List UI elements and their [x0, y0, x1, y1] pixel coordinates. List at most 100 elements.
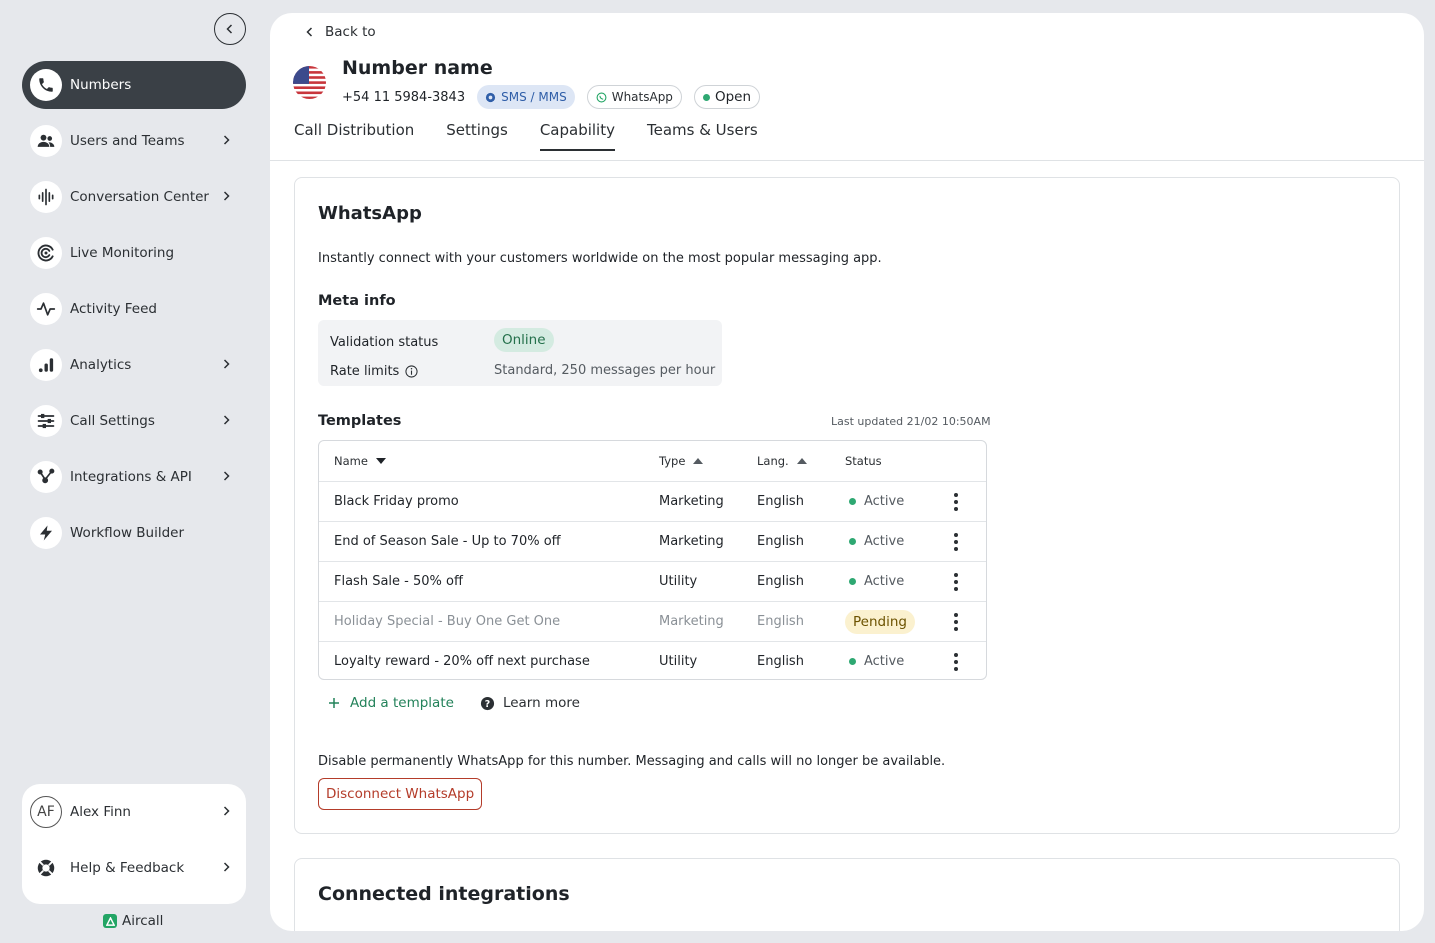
- column-header-name[interactable]: Name: [334, 454, 386, 468]
- table-row[interactable]: Loyalty reward - 20% off next purchase U…: [319, 641, 986, 679]
- live-monitoring-icon: [30, 237, 62, 269]
- sidebar-item-label: Call Settings: [70, 413, 155, 429]
- more-vertical-icon[interactable]: [953, 652, 959, 672]
- status-dot: [849, 658, 856, 665]
- integrations-icon: [30, 461, 62, 493]
- chevron-right-icon: [223, 191, 230, 201]
- disable-warning-text: Disable permanently WhatsApp for this nu…: [318, 754, 946, 769]
- template-lang: English: [757, 534, 804, 549]
- template-lang: English: [757, 574, 804, 589]
- template-lang: English: [757, 654, 804, 669]
- back-link[interactable]: Back to: [304, 24, 376, 40]
- svg-text:?: ?: [485, 698, 490, 709]
- chat-bubble-icon: [486, 92, 496, 102]
- phone-icon: [30, 69, 62, 101]
- table-row[interactable]: Flash Sale - 50% off Utility English Act…: [319, 561, 986, 601]
- meta-info-title: Meta info: [318, 293, 396, 309]
- tab-call-distribution[interactable]: Call Distribution: [294, 121, 414, 151]
- sidebar-item-label: Users and Teams: [70, 133, 185, 149]
- last-updated: Last updated 21/02 10:50AM: [831, 415, 991, 428]
- add-template-button[interactable]: Add a template: [328, 695, 454, 711]
- more-vertical-icon[interactable]: [953, 492, 959, 512]
- rate-limits-label: Rate limits: [330, 363, 400, 379]
- sort-asc-icon: [796, 458, 807, 464]
- template-type: Marketing: [659, 534, 724, 549]
- sidebar-item-label: Conversation Center: [70, 189, 209, 205]
- sidebar-item-label: Live Monitoring: [70, 245, 175, 261]
- avatar: AF: [30, 796, 62, 828]
- disconnect-whatsapp-button[interactable]: Disconnect WhatsApp: [318, 778, 483, 810]
- table-row[interactable]: Black Friday promo Marketing English Act…: [319, 481, 986, 521]
- table-row[interactable]: End of Season Sale - Up to 70% off Marke…: [319, 521, 986, 561]
- tab-capability[interactable]: Capability: [539, 121, 616, 151]
- template-name: End of Season Sale - Up to 70% off: [334, 534, 561, 549]
- sidebar-item-conversation-center[interactable]: Conversation Center: [22, 173, 246, 221]
- sidebar-item-label: Numbers: [70, 77, 132, 93]
- whatsapp-card: WhatsApp Instantly connect with your cus…: [294, 177, 1400, 834]
- sidebar-item-integrations-api[interactable]: Integrations & API: [22, 453, 246, 501]
- table-row[interactable]: Holiday Special - Buy One Get One Market…: [319, 601, 986, 641]
- chevron-right-icon: [223, 359, 230, 369]
- more-vertical-icon[interactable]: [953, 612, 959, 632]
- template-status: Pending: [845, 609, 915, 634]
- template-type: Marketing: [659, 494, 724, 509]
- aircall-logo-icon: [103, 914, 117, 928]
- rate-limits-row: Rate limits: [330, 362, 418, 380]
- template-actions: Add a template ? Learn more: [328, 695, 580, 711]
- template-name: Black Friday promo: [334, 494, 459, 509]
- info-icon[interactable]: [405, 364, 418, 378]
- status-badge: Open: [693, 85, 760, 109]
- brand-logo: Aircall: [103, 913, 163, 929]
- help-feedback-label: Help & Feedback: [70, 860, 185, 876]
- lightning-icon: [30, 517, 62, 549]
- chevron-left-icon: [306, 27, 313, 37]
- sidebar-item-call-settings[interactable]: Call Settings: [22, 397, 246, 445]
- pending-badge: Pending: [845, 609, 915, 634]
- sidebar-item-label: Activity Feed: [70, 301, 157, 317]
- sidebar-item-live-monitoring[interactable]: Live Monitoring: [22, 229, 246, 277]
- sidebar-item-workflow-builder[interactable]: Workflow Builder: [22, 509, 246, 557]
- sort-asc-icon: [693, 458, 704, 464]
- column-header-type[interactable]: Type: [659, 454, 704, 468]
- sidebar-item-activity-feed[interactable]: Activity Feed: [22, 285, 246, 333]
- tab-teams-users[interactable]: Teams & Users: [647, 121, 758, 151]
- meta-info-box: Validation status Online Rate limits Sta…: [318, 320, 722, 386]
- more-vertical-icon[interactable]: [953, 532, 959, 552]
- analytics-icon: [30, 349, 62, 381]
- more-vertical-icon[interactable]: [953, 572, 959, 592]
- user-card: AF Alex Finn Help & Feedback: [22, 784, 246, 904]
- chevron-right-icon: [223, 415, 230, 425]
- sidebar-nav: Numbers Users and Teams Conversation Cen…: [22, 61, 246, 565]
- chevron-right-icon: [223, 806, 230, 816]
- template-status: Active: [845, 654, 904, 669]
- chevron-right-icon: [223, 135, 230, 145]
- help-feedback-item[interactable]: Help & Feedback: [22, 840, 246, 896]
- whatsapp-icon: [596, 92, 607, 102]
- main-panel: Back to Number name +54 11 5984-3843 SMS…: [270, 13, 1424, 931]
- whatsapp-description: Instantly connect with your customers wo…: [318, 251, 882, 266]
- collapse-sidebar-button[interactable]: [214, 13, 246, 45]
- validation-label: Validation status: [330, 334, 439, 350]
- us-flag-icon: [293, 66, 326, 99]
- tab-divider: [270, 160, 1424, 161]
- back-label: Back to: [325, 24, 376, 40]
- template-status: Active: [845, 574, 904, 589]
- whatsapp-badge: WhatsApp: [586, 85, 682, 109]
- user-profile-item[interactable]: AF Alex Finn: [22, 784, 246, 840]
- sidebar-item-label: Workflow Builder: [70, 525, 185, 541]
- template-status: Active: [845, 494, 904, 509]
- column-header-lang[interactable]: Lang.: [757, 454, 807, 468]
- sidebar-item-users-and-teams[interactable]: Users and Teams: [22, 117, 246, 165]
- validation-row: Validation status: [330, 332, 438, 352]
- sidebar-item-numbers[interactable]: Numbers: [22, 61, 246, 109]
- sidebar-item-analytics[interactable]: Analytics: [22, 341, 246, 389]
- tab-settings[interactable]: Settings: [446, 121, 508, 151]
- template-lang: English: [757, 494, 804, 509]
- learn-more-link[interactable]: ? Learn more: [480, 695, 580, 711]
- column-header-status: Status: [845, 454, 882, 468]
- validation-status-badge: Online: [494, 328, 554, 352]
- template-status: Active: [845, 534, 904, 549]
- user-name: Alex Finn: [70, 804, 131, 820]
- activity-icon: [30, 293, 62, 325]
- sidebar: Numbers Users and Teams Conversation Cen…: [0, 0, 268, 943]
